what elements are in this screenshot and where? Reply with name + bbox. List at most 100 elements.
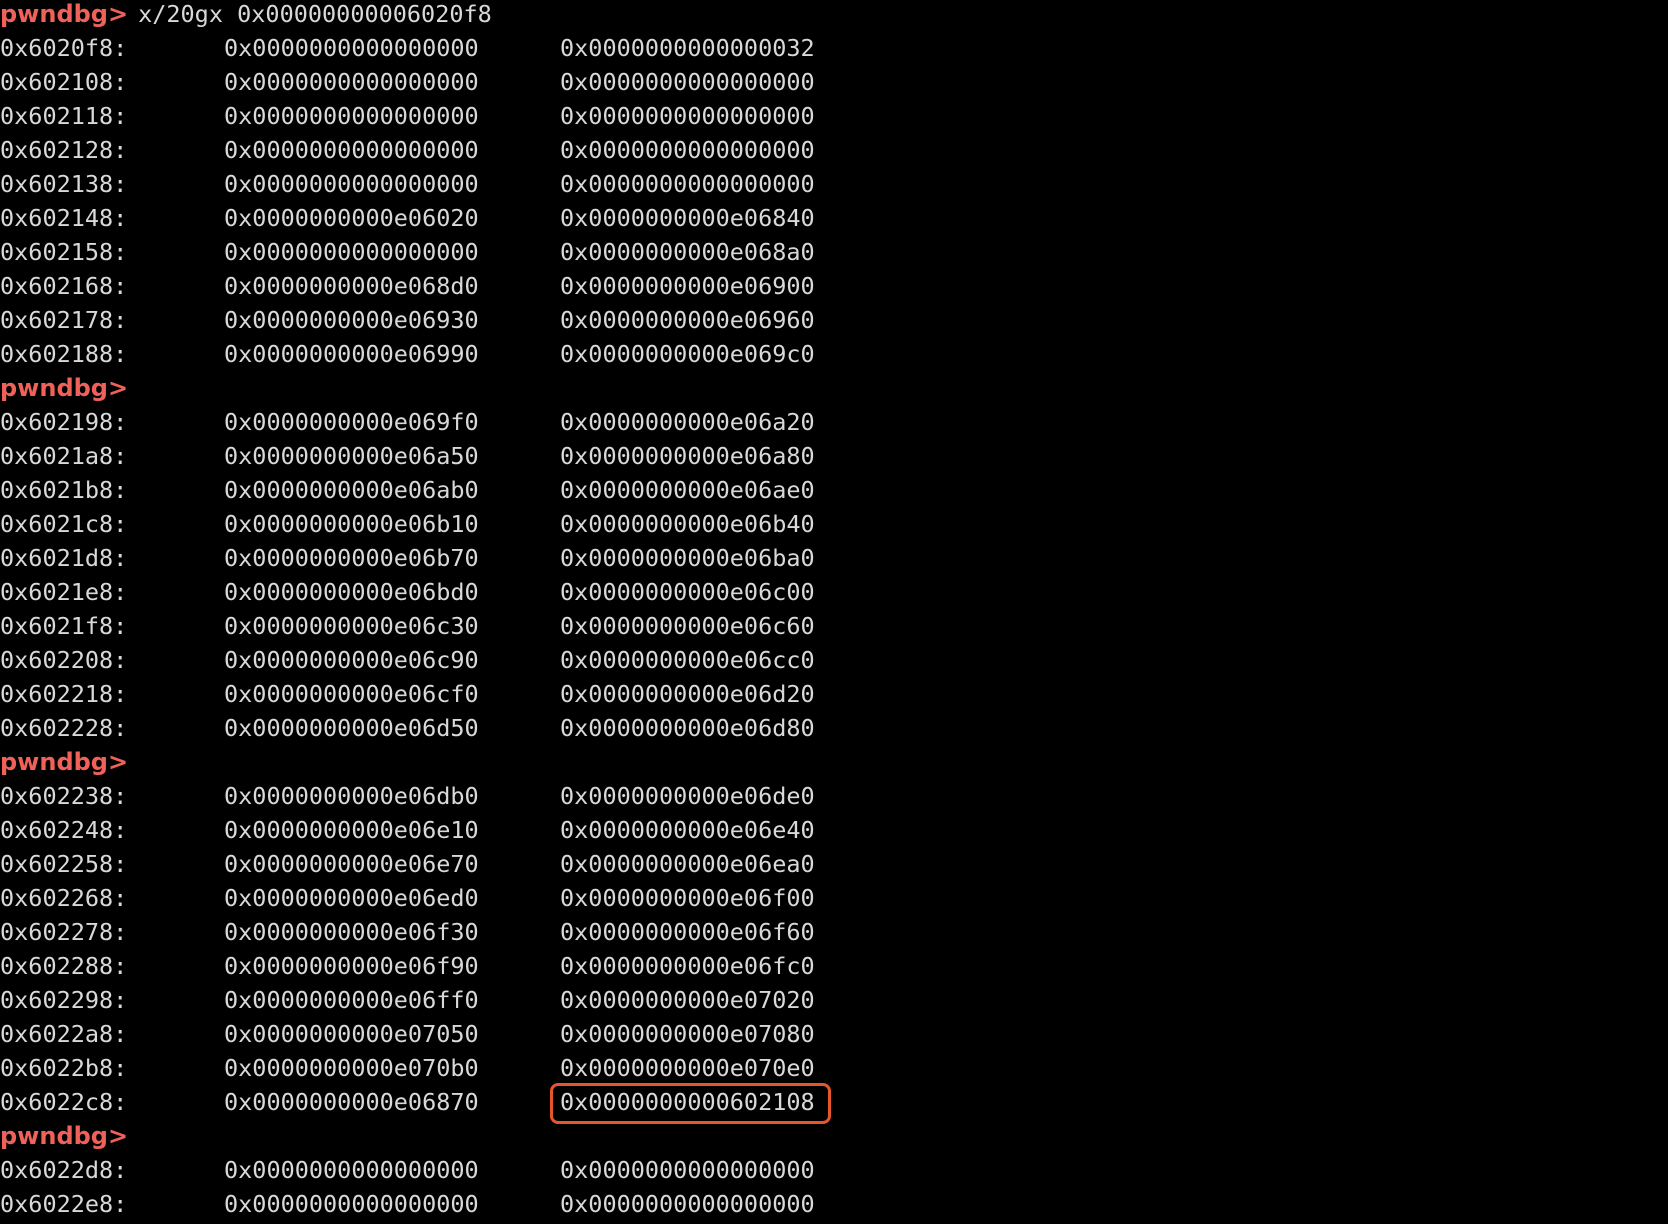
- memory-value: 0x0000000000000000: [224, 34, 479, 62]
- memory-value: 0x0000000000e06fc0: [560, 952, 815, 980]
- memory-value: 0x0000000000e068d0: [224, 272, 479, 300]
- memory-value: 0x0000000000e06840: [560, 204, 815, 232]
- memory-address: 0x6021b8:: [0, 476, 128, 504]
- memory-address: 0x6022d8:: [0, 1156, 128, 1184]
- memory-value: 0x0000000000e06ba0: [560, 544, 815, 572]
- memory-value: 0x0000000000e069c0: [560, 340, 815, 368]
- memory-address: 0x602138:: [0, 170, 128, 198]
- memory-value: 0x0000000000e06a80: [560, 442, 815, 470]
- memory-address: 0x602238:: [0, 782, 128, 810]
- memory-address: 0x602188:: [0, 340, 128, 368]
- memory-value: 0x0000000000000000: [224, 238, 479, 266]
- memory-address: 0x6022a8:: [0, 1020, 128, 1048]
- memory-value: 0x0000000000e06960: [560, 306, 815, 334]
- memory-address: 0x6022e8:: [0, 1190, 128, 1218]
- memory-address: 0x602208:: [0, 646, 128, 674]
- memory-value: 0x0000000000000000: [560, 68, 815, 96]
- memory-value: 0x0000000000e06ab0: [224, 476, 479, 504]
- memory-address: 0x602258:: [0, 850, 128, 878]
- memory-value: 0x0000000000e06b70: [224, 544, 479, 572]
- memory-value: 0x0000000000e06de0: [560, 782, 815, 810]
- memory-value: 0x0000000000e06b40: [560, 510, 815, 538]
- memory-address: 0x6022b8:: [0, 1054, 128, 1082]
- memory-value: 0x0000000000e06c60: [560, 612, 815, 640]
- memory-value: 0x0000000000e06c90: [224, 646, 479, 674]
- memory-value: 0x0000000000e06d20: [560, 680, 815, 708]
- memory-value: 0x0000000000e06e10: [224, 816, 479, 844]
- memory-value: 0x0000000000e06b10: [224, 510, 479, 538]
- memory-value: 0x0000000000e06ae0: [560, 476, 815, 504]
- memory-address: 0x602128:: [0, 136, 128, 164]
- memory-address: 0x602148:: [0, 204, 128, 232]
- memory-address: 0x6022c8:: [0, 1088, 128, 1116]
- memory-value: 0x0000000000e06e40: [560, 816, 815, 844]
- memory-value: 0x0000000000e07050: [224, 1020, 479, 1048]
- memory-address: 0x602218:: [0, 680, 128, 708]
- memory-value: 0x0000000000e07080: [560, 1020, 815, 1048]
- memory-value: 0x0000000000e06f00: [560, 884, 815, 912]
- memory-value: 0x0000000000e06e70: [224, 850, 479, 878]
- memory-value: 0x0000000000e06cc0: [560, 646, 815, 674]
- memory-value: 0x0000000000e06ed0: [224, 884, 479, 912]
- memory-address: 0x602278:: [0, 918, 128, 946]
- memory-value: 0x0000000000e06870: [224, 1088, 479, 1116]
- memory-address: 0x602228:: [0, 714, 128, 742]
- memory-value: 0x0000000000e070b0: [224, 1054, 479, 1082]
- memory-value: 0x0000000000000000: [224, 1156, 479, 1184]
- memory-address: 0x602118:: [0, 102, 128, 130]
- shell-prompt: pwndbg>: [0, 1122, 129, 1150]
- memory-address: 0x6020f8:: [0, 34, 128, 62]
- memory-address: 0x602298:: [0, 986, 128, 1014]
- memory-value: 0x0000000000000000: [224, 136, 479, 164]
- memory-address: 0x602268:: [0, 884, 128, 912]
- memory-value: 0x0000000000000000: [560, 1190, 815, 1218]
- memory-address: 0x602158:: [0, 238, 128, 266]
- memory-value: 0x0000000000e06f90: [224, 952, 479, 980]
- memory-address: 0x602178:: [0, 306, 128, 334]
- memory-address: 0x6021e8:: [0, 578, 128, 606]
- memory-value: 0x0000000000e06f60: [560, 918, 815, 946]
- memory-value: 0x0000000000e06ff0: [224, 986, 479, 1014]
- shell-prompt: pwndbg>: [0, 748, 129, 776]
- prompt-line: pwndbg>: [0, 1119, 128, 1153]
- shell-prompt: pwndbg>: [0, 0, 129, 28]
- memory-value: 0x0000000000000000: [224, 170, 479, 198]
- memory-value: 0x0000000000000000: [560, 102, 815, 130]
- memory-address: 0x602248:: [0, 816, 128, 844]
- memory-value: 0x0000000000000000: [560, 136, 815, 164]
- memory-address: 0x6021f8:: [0, 612, 128, 640]
- highlight-box: [550, 1083, 831, 1124]
- memory-value: 0x0000000000e06ea0: [560, 850, 815, 878]
- memory-value: 0x0000000000e068a0: [560, 238, 815, 266]
- memory-value: 0x0000000000e06bd0: [224, 578, 479, 606]
- memory-value: 0x0000000000e06cf0: [224, 680, 479, 708]
- memory-value: 0x0000000000e06c30: [224, 612, 479, 640]
- memory-value: 0x0000000000e06900: [560, 272, 815, 300]
- command-line: pwndbg> x/20gx 0x00000000006020f8: [0, 0, 492, 31]
- memory-value: 0x0000000000e06930: [224, 306, 479, 334]
- memory-address: 0x6021a8:: [0, 442, 128, 470]
- memory-value: 0x0000000000e06d50: [224, 714, 479, 742]
- memory-address: 0x6021c8:: [0, 510, 128, 538]
- memory-address: 0x6021d8:: [0, 544, 128, 572]
- memory-value: 0x0000000000000032: [560, 34, 815, 62]
- memory-value: 0x0000000000e070e0: [560, 1054, 815, 1082]
- memory-value: 0x0000000000000000: [224, 102, 479, 130]
- memory-value: 0x0000000000e06a20: [560, 408, 815, 436]
- memory-value: 0x0000000000e06c00: [560, 578, 815, 606]
- shell-prompt: pwndbg>: [0, 374, 129, 402]
- memory-value: 0x0000000000e06020: [224, 204, 479, 232]
- memory-value: 0x0000000000e07020: [560, 986, 815, 1014]
- memory-value: 0x0000000000000000: [560, 1156, 815, 1184]
- prompt-line: pwndbg>: [0, 745, 128, 779]
- memory-value: 0x0000000000e06a50: [224, 442, 479, 470]
- memory-value: 0x0000000000000000: [560, 170, 815, 198]
- memory-address: 0x602108:: [0, 68, 128, 96]
- memory-value: 0x0000000000e06db0: [224, 782, 479, 810]
- command-text: x/20gx 0x00000000006020f8: [138, 0, 492, 28]
- memory-address: 0x602198:: [0, 408, 128, 436]
- memory-address: 0x602288:: [0, 952, 128, 980]
- prompt-line: pwndbg>: [0, 371, 128, 405]
- memory-value: 0x0000000000e069f0: [224, 408, 479, 436]
- memory-value: 0x0000000000e06d80: [560, 714, 815, 742]
